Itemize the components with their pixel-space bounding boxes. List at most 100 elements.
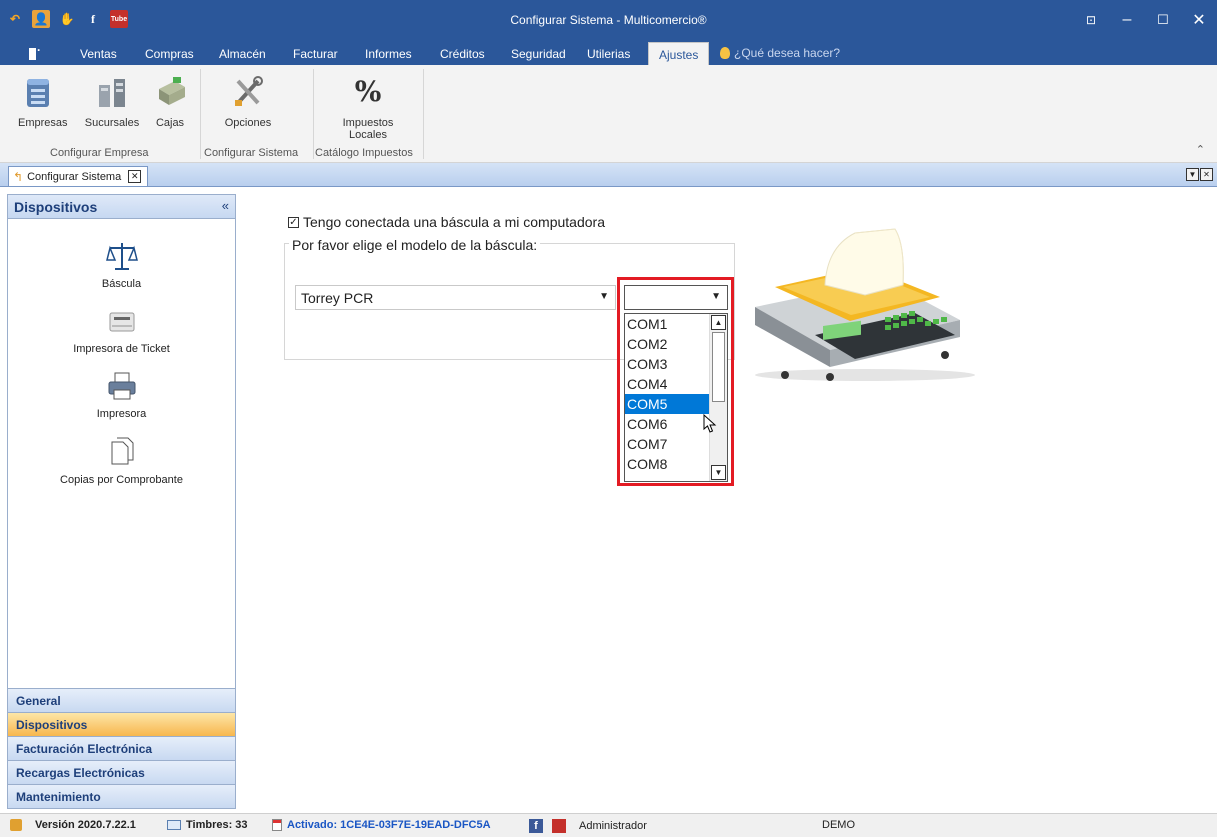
timbres-icon — [167, 820, 181, 830]
collapse-ribbon-icon[interactable]: ⌃ — [1196, 143, 1205, 156]
port-option[interactable]: COM1 — [625, 314, 709, 334]
port-option[interactable]: COM8 — [625, 454, 709, 474]
pane-title: Dispositivos — [14, 199, 98, 215]
title-bar: ↶ 👤 ✋ f Tube Configurar Sistema - Multic… — [0, 0, 1217, 40]
scroll-up-icon[interactable]: ▲ — [711, 315, 726, 330]
menu-compras[interactable]: Compras — [145, 47, 194, 61]
port-option[interactable]: COM2 — [625, 334, 709, 354]
nav-facturacion-electronica[interactable]: Facturación Electrónica — [8, 736, 235, 760]
timbres-text: Timbres: 33 — [186, 819, 248, 831]
menu-ventas[interactable]: Ventas — [80, 47, 117, 61]
building-icon — [22, 75, 54, 109]
collapse-pane-icon[interactable]: « — [222, 198, 229, 213]
chevron-down-icon: ▼ — [599, 291, 609, 302]
window-title: Configurar Sistema - Multicomercio® — [510, 13, 707, 27]
lightbulb-icon — [720, 47, 730, 59]
scale-model-select[interactable]: Torrey PCR ▼ — [295, 285, 616, 310]
timbres-status: Timbres: 33 — [167, 819, 248, 831]
scale-model-value: Torrey PCR — [301, 290, 374, 306]
menu-almacen[interactable]: Almacén — [219, 47, 266, 61]
close-tab-icon[interactable]: ✕ — [128, 170, 142, 183]
minimize-button[interactable]: – — [1109, 0, 1145, 40]
port-option-highlighted[interactable]: COM5 — [625, 394, 709, 414]
youtube-icon[interactable] — [552, 819, 566, 833]
menu-utilerias[interactable]: Utilerias — [587, 47, 630, 61]
impuestos-label-line1: Impuestos — [342, 117, 394, 129]
close-document-icon[interactable]: ✕ — [1200, 168, 1213, 181]
ribbon-separator — [200, 69, 201, 159]
checkbox-checked-icon[interactable]: ✓ — [288, 216, 299, 228]
device-copias-comprobante[interactable]: Copias por Comprobante — [8, 436, 235, 486]
scroll-down-icon[interactable]: ▼ — [711, 465, 726, 480]
menu-informes[interactable]: Informes — [365, 47, 412, 61]
menu-facturar[interactable]: Facturar — [293, 47, 338, 61]
mode-text: DEMO — [822, 819, 855, 831]
navigation-pane: Dispositivos « Báscula Impresora de Tick… — [7, 194, 236, 809]
port-option[interactable]: COM4 — [625, 374, 709, 394]
scale-checkbox-label: Tengo conectada una báscula a mi computa… — [303, 214, 605, 230]
scale-model-group-label: Por favor elige el modelo de la báscula: — [289, 237, 541, 253]
device-label: Impresora — [96, 408, 147, 420]
tell-me-search[interactable]: ¿Qué desea hacer? — [720, 46, 840, 60]
opciones-label: Opciones — [224, 117, 272, 129]
mode-status: DEMO — [822, 819, 855, 831]
tab-configurar-sistema[interactable]: ↰ Configurar Sistema ✕ — [8, 166, 149, 186]
activation-status: Activado: 1CE4E-03F7E-19EAD-DFC5A — [272, 819, 491, 831]
close-button[interactable]: ✕ — [1181, 0, 1217, 40]
version-text: Versión 2020.7.22.1 — [35, 819, 136, 831]
scroll-thumb[interactable] — [712, 332, 725, 402]
user-text: Administrador — [579, 820, 647, 832]
scale-illustration — [755, 228, 975, 381]
certificate-icon — [272, 819, 282, 831]
maximize-button[interactable]: ☐ — [1145, 0, 1181, 40]
branches-icon — [96, 75, 128, 109]
device-label: Copias por Comprobante — [60, 474, 183, 486]
port-select[interactable]: ▼ — [624, 285, 728, 310]
app-menu-button[interactable] — [22, 43, 42, 62]
ticket-printer-icon — [106, 305, 138, 337]
group-catalogo-impuestos: Catálogo Impuestos — [315, 147, 413, 159]
device-impresora[interactable]: Impresora — [8, 370, 235, 420]
sucursales-button[interactable]: Sucursales — [82, 75, 142, 129]
menu-bar: Ventas Compras Almacén Facturar Informes… — [0, 40, 1217, 68]
version-status: Versión 2020.7.22.1 — [10, 819, 136, 831]
impuestos-locales-button[interactable]: % Impuestos Locales — [322, 75, 414, 141]
cash-register-icon — [155, 75, 187, 109]
opciones-button[interactable]: Opciones — [217, 75, 279, 129]
group-configurar-empresa: Configurar Empresa — [50, 147, 149, 159]
wrench-icon: ↰ — [13, 169, 24, 184]
nav-dispositivos[interactable]: Dispositivos — [8, 712, 235, 736]
empresas-button[interactable]: Empresas — [18, 75, 68, 129]
ribbon-separator — [423, 69, 424, 159]
device-label: Impresora de Ticket — [73, 343, 170, 355]
device-bascula[interactable]: Báscula — [8, 240, 235, 290]
sucursales-label: Sucursales — [84, 117, 140, 129]
document-tab-strip: ↰ Configurar Sistema ✕ ▼ ✕ — [0, 163, 1217, 187]
pane-header: Dispositivos « — [8, 195, 235, 219]
scale-connected-checkbox[interactable]: ✓ Tengo conectada una báscula a mi compu… — [288, 214, 605, 230]
port-option[interactable]: COM3 — [625, 354, 709, 374]
empresas-label: Empresas — [18, 117, 68, 129]
app-version-icon — [10, 819, 22, 831]
port-option[interactable]: COM6 — [625, 414, 709, 434]
port-option[interactable]: COM7 — [625, 434, 709, 454]
tab-label: Configurar Sistema — [27, 170, 122, 183]
menu-creditos[interactable]: Créditos — [440, 47, 485, 61]
restore-ribbon-icon[interactable]: ⊡ — [1073, 0, 1109, 40]
user-status: f Administrador — [529, 819, 647, 833]
menu-seguridad[interactable]: Seguridad — [511, 47, 566, 61]
facebook-icon[interactable]: f — [529, 819, 543, 833]
nav-general[interactable]: General — [8, 688, 235, 712]
device-impresora-ticket[interactable]: Impresora de Ticket — [8, 305, 235, 355]
percent-icon: % — [354, 75, 382, 108]
activation-text: Activado: 1CE4E-03F7E-19EAD-DFC5A — [287, 819, 491, 831]
ribbon: Empresas Sucursales Cajas Opciones % Imp… — [0, 65, 1217, 163]
tab-list-icon[interactable]: ▼ — [1186, 168, 1199, 181]
cajas-label: Cajas — [155, 117, 185, 129]
ribbon-separator — [313, 69, 314, 159]
dropdown-scrollbar[interactable]: ▲ ▼ — [709, 314, 727, 481]
status-bar: Versión 2020.7.22.1 Timbres: 33 Activado… — [0, 813, 1217, 837]
nav-recargas-electronicas[interactable]: Recargas Electrónicas — [8, 760, 235, 784]
cajas-button[interactable]: Cajas — [155, 75, 185, 129]
nav-mantenimiento[interactable]: Mantenimiento — [8, 784, 235, 808]
